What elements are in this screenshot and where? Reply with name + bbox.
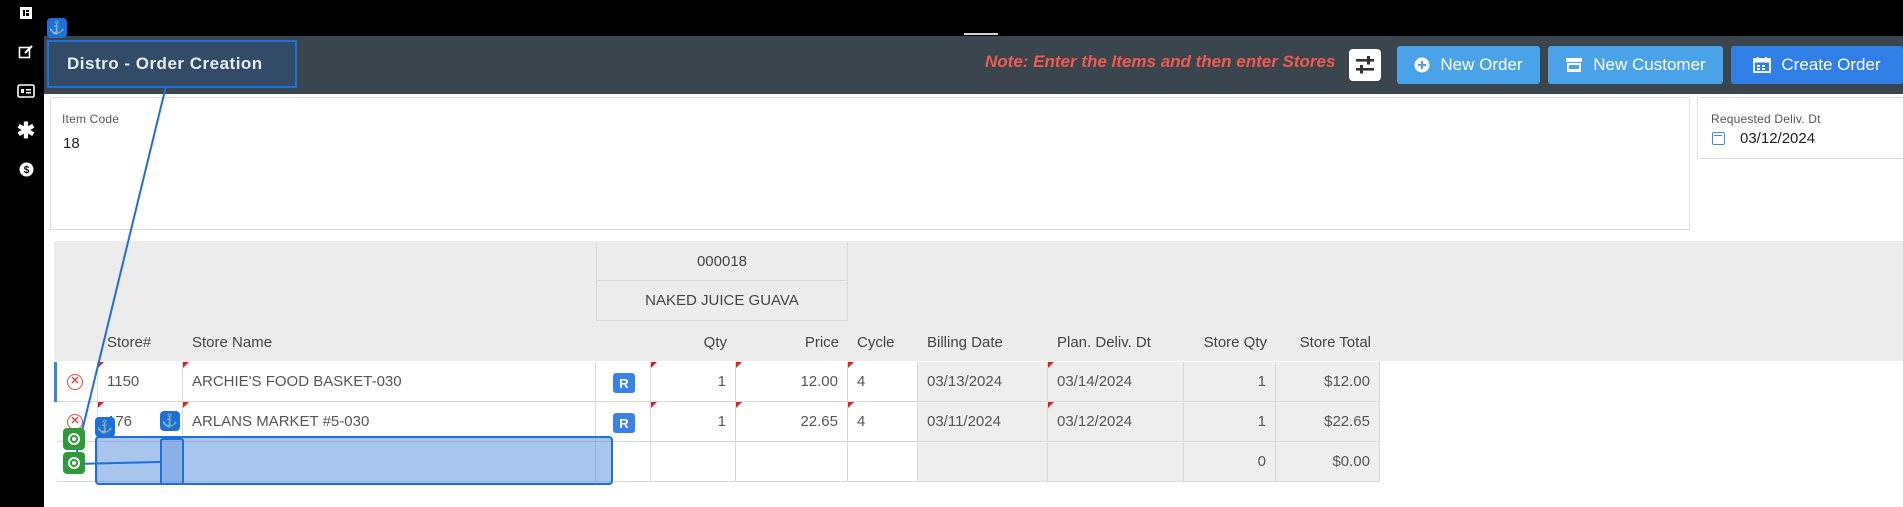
row-2-r-badge[interactable]: R <box>613 413 635 433</box>
row-1-cycle[interactable]: 4 <box>848 362 918 402</box>
item-code-panel <box>50 97 1690 230</box>
col-store-no[interactable]: Store# <box>98 322 183 362</box>
col-store-name[interactable]: Store Name <box>183 322 596 362</box>
row-2-cycle[interactable]: 4 <box>848 402 918 442</box>
row-3-billing-date <box>918 442 1048 482</box>
top-strip <box>44 0 1903 36</box>
col-store-qty[interactable]: Store Qty <box>1184 322 1276 362</box>
selection-handle[interactable] <box>160 438 184 485</box>
col-qty[interactable]: Qty <box>651 322 736 362</box>
row-1-store-no[interactable]: 1150 <box>98 362 183 402</box>
row-1-billing-date: 03/13/2024 <box>918 362 1048 402</box>
target-icon[interactable] <box>63 428 85 450</box>
calendar-grid-icon <box>1753 57 1772 73</box>
row-1-r-badge[interactable]: R <box>613 373 635 393</box>
anchor-icon[interactable]: ⚓ <box>95 417 115 437</box>
row-3-cycle[interactable] <box>848 442 918 482</box>
row-1-store-name[interactable]: ARCHIE'S FOOD BASKET-030 <box>183 362 596 402</box>
row-3-store-total: $0.00 <box>1276 442 1380 482</box>
tab-indicator <box>964 33 998 35</box>
new-customer-label: New Customer <box>1593 55 1706 74</box>
item-code-header: 000018 <box>596 242 848 281</box>
edit-icon[interactable] <box>14 40 38 64</box>
dollar-icon[interactable]: $ <box>14 157 38 181</box>
col-plan-deliv[interactable]: Plan. Deliv. Dt <box>1048 322 1184 362</box>
plus-circle-icon <box>1414 57 1430 73</box>
col-cycle[interactable]: Cycle <box>848 322 918 362</box>
icon-rail: ✱ $ <box>0 0 44 507</box>
settings-sliders-button[interactable] <box>1349 49 1381 81</box>
item-name-header: NAKED JUICE GUAVA <box>596 281 848 321</box>
store-icon <box>1566 58 1583 72</box>
row-2-qty[interactable]: 1 <box>651 402 736 442</box>
row-1-plan-deliv[interactable]: 03/14/2024 <box>1048 362 1184 402</box>
row-2-store-qty: 1 <box>1184 402 1276 442</box>
new-order-button[interactable]: New Order <box>1397 46 1540 84</box>
target-icon[interactable] <box>63 452 85 474</box>
row-2-price[interactable]: 22.65 <box>736 402 848 442</box>
req-deliv-panel <box>1697 97 1903 159</box>
row-3-store-qty: 0 <box>1184 442 1276 482</box>
item-code-input[interactable]: 18 <box>63 135 80 152</box>
row-1-store-qty: 1 <box>1184 362 1276 402</box>
row-2-plan-deliv[interactable]: 03/12/2024 <box>1048 402 1184 442</box>
row-2-billing-date: 03/11/2024 <box>918 402 1048 442</box>
new-order-label: New Order <box>1440 55 1523 74</box>
row-3-plan-deliv[interactable] <box>1048 442 1184 482</box>
anchor-icon[interactable]: ⚓ <box>47 18 67 38</box>
col-store-total[interactable]: Store Total <box>1276 322 1380 362</box>
svg-text:$: $ <box>23 165 29 176</box>
row-3-qty[interactable] <box>651 442 736 482</box>
create-order-label: Create Order <box>1781 55 1881 74</box>
row-1-price[interactable]: 12.00 <box>736 362 848 402</box>
req-deliv-label: Requested Deliv. Dt <box>1711 112 1821 126</box>
req-deliv-input[interactable]: 03/12/2024 <box>1740 130 1815 147</box>
asterisk-icon[interactable]: ✱ <box>14 118 38 143</box>
instruction-note: Note: Enter the Items and then enter Sto… <box>985 52 1336 71</box>
col-billing-date[interactable]: Billing Date <box>918 322 1048 362</box>
calendar-icon[interactable] <box>1712 132 1725 145</box>
delete-row-icon[interactable]: ✕ <box>67 374 83 390</box>
row-1-qty[interactable]: 1 <box>651 362 736 402</box>
item-code-label: Item Code <box>62 112 120 126</box>
row-2-store-total: $22.65 <box>1276 402 1380 442</box>
page-title: Distro - Order Creation <box>47 40 297 88</box>
logo-icon[interactable] <box>14 1 38 25</box>
col-price[interactable]: Price <box>736 322 848 362</box>
row-3-price[interactable] <box>736 442 848 482</box>
sliders-icon <box>1356 56 1374 74</box>
row-1-store-total: $12.00 <box>1276 362 1380 402</box>
new-customer-button[interactable]: New Customer <box>1548 46 1723 84</box>
id-card-icon[interactable] <box>14 79 38 103</box>
anchor-icon[interactable]: ⚓ <box>160 411 180 431</box>
create-order-button[interactable]: Create Order <box>1731 46 1903 84</box>
